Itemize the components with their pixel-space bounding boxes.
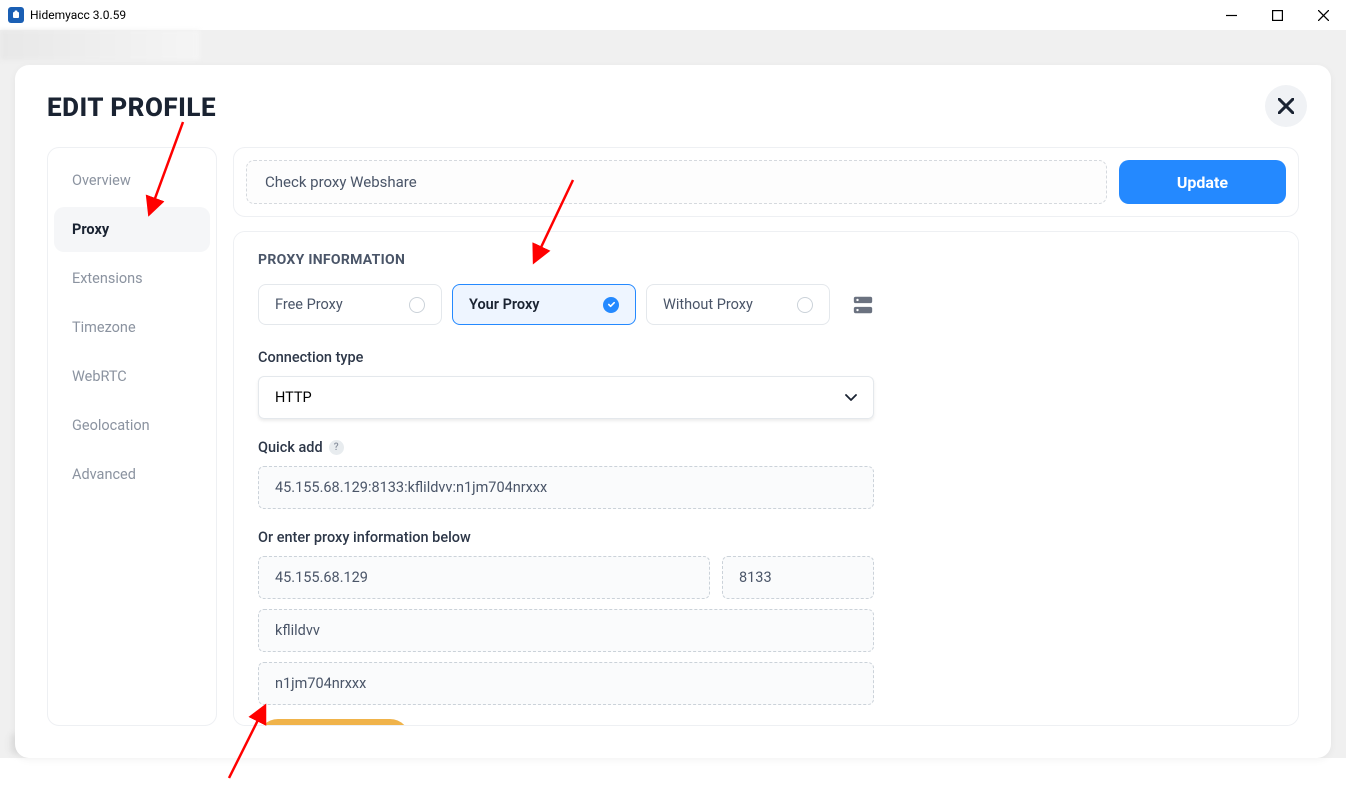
radio-checked-icon [603,297,619,313]
radio-label: Without Proxy [663,296,753,313]
connection-type-label: Connection type [258,349,1274,366]
radio-unchecked-icon [409,297,425,313]
proxy-list-icon[interactable] [852,294,874,316]
maximize-button[interactable] [1254,0,1300,30]
proxy-username-input[interactable] [258,609,874,652]
update-button[interactable]: Update [1119,160,1286,204]
sidebar-item-timezone[interactable]: Timezone [54,305,210,350]
check-proxy-button[interactable]: Check Proxy [258,719,410,726]
sidebar-item-geolocation[interactable]: Geolocation [54,403,210,448]
radio-free-proxy[interactable]: Free Proxy [258,284,442,325]
help-icon[interactable]: ? [329,440,344,455]
sidebar-item-advanced[interactable]: Advanced [54,452,210,497]
sidebar-item-overview[interactable]: Overview [54,158,210,203]
sidebar-nav: Overview Proxy Extensions Timezone WebRT… [47,147,217,726]
top-bar: Update [233,147,1299,217]
radio-unchecked-icon [797,297,813,313]
radio-without-proxy[interactable]: Without Proxy [646,284,830,325]
sidebar-item-extensions[interactable]: Extensions [54,256,210,301]
select-value: HTTP [275,389,312,406]
quick-add-input[interactable] [258,466,874,509]
proxy-section-title: PROXY INFORMATION [258,252,1274,268]
quick-add-label: Quick add [258,439,323,456]
radio-label: Free Proxy [275,296,343,313]
proxy-host-input[interactable] [258,556,710,599]
app-icon [8,7,24,23]
titlebar: Hidemyacc 3.0.59 [0,0,1346,30]
minimize-button[interactable] [1208,0,1254,30]
edit-profile-modal: EDIT PROFILE Overview Proxy Extensions T… [15,65,1331,758]
proxy-port-input[interactable] [722,556,874,599]
window-close-button[interactable] [1300,0,1346,30]
close-modal-button[interactable] [1265,85,1307,127]
proxy-password-input[interactable] [258,662,874,705]
app-title: Hidemyacc 3.0.59 [30,8,126,22]
radio-your-proxy[interactable]: Your Proxy [452,284,636,325]
enter-below-label: Or enter proxy information below [258,529,1274,546]
close-icon [1278,98,1294,114]
radio-label: Your Proxy [469,296,540,313]
chevron-down-icon [845,394,857,402]
connection-type-select[interactable]: HTTP [258,376,874,419]
sidebar-item-proxy[interactable]: Proxy [54,207,210,252]
window-controls [1208,0,1346,30]
modal-title: EDIT PROFILE [47,93,216,123]
profile-name-input[interactable] [246,160,1107,204]
sidebar-item-webrtc[interactable]: WebRTC [54,354,210,399]
background-blur [0,30,200,60]
proxy-panel: PROXY INFORMATION Free Proxy Your Proxy [233,231,1299,726]
